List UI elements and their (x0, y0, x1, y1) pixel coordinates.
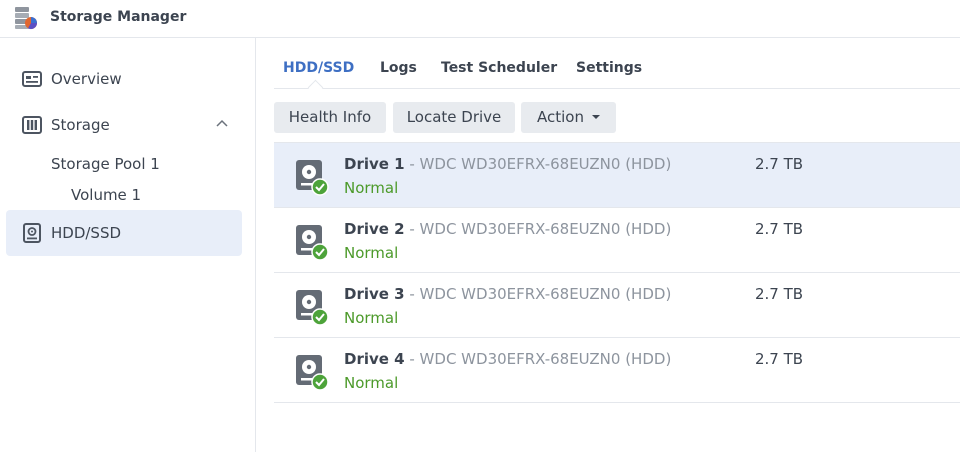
hdd-healthy-icon (296, 160, 329, 196)
tab-hdd-ssd[interactable]: HDD/SSD (283, 60, 354, 76)
sidebar-item-overview[interactable]: Overview (6, 56, 242, 102)
drive-model: - WDC WD30EFRX-68EUZN0 (HDD) (404, 350, 672, 368)
sidebar-item-hdd-ssd[interactable]: HDD/SSD (6, 210, 242, 256)
drive-model: - WDC WD30EFRX-68EUZN0 (HDD) (404, 155, 672, 173)
drive-model: - WDC WD30EFRX-68EUZN0 (HDD) (404, 285, 672, 303)
chevron-up-icon[interactable] (216, 119, 228, 127)
sidebar-item-storage[interactable]: Storage (6, 102, 242, 148)
drive-label: Drive 3 (344, 285, 405, 303)
drive-label: Drive 4 (344, 350, 405, 368)
drive-list: Drive 1 - WDC WD30EFRX-68EUZN0 (HDD) Nor… (274, 142, 960, 403)
sidebar-item-label: Overview (51, 70, 122, 88)
tab-settings[interactable]: Settings (576, 60, 642, 76)
active-tab-indicator (307, 79, 324, 96)
drive-label: Drive 1 (344, 155, 405, 173)
drive-label: Drive 2 (344, 220, 405, 238)
drive-size: 2.7 TB (755, 220, 804, 238)
drive-size: 2.7 TB (755, 285, 804, 303)
drive-status: Normal (344, 309, 399, 327)
sidebar: Overview Storage Storage Pool 1 Volume 1… (0, 38, 256, 452)
overview-icon (22, 71, 42, 87)
drive-status: Normal (344, 374, 399, 392)
storage-manager-icon (15, 7, 37, 30)
drive-name: Drive 4 - WDC WD30EFRX-68EUZN0 (HDD) (344, 350, 671, 368)
hdd-healthy-icon (296, 355, 329, 391)
action-button[interactable]: Action (521, 102, 616, 133)
drive-model: - WDC WD30EFRX-68EUZN0 (HDD) (404, 220, 672, 238)
sidebar-item-label: HDD/SSD (51, 224, 122, 242)
tab-bar: HDD/SSD Logs Test Scheduler Settings (274, 38, 960, 96)
health-info-button[interactable]: Health Info (274, 102, 386, 133)
sidebar-item-label: Storage (51, 116, 110, 134)
locate-drive-button[interactable]: Locate Drive (393, 102, 515, 133)
drive-row[interactable]: Drive 3 - WDC WD30EFRX-68EUZN0 (HDD) Nor… (274, 273, 960, 338)
drive-name: Drive 1 - WDC WD30EFRX-68EUZN0 (HDD) (344, 155, 671, 173)
caret-down-icon (591, 114, 600, 119)
drive-size: 2.7 TB (755, 155, 804, 173)
drive-status: Normal (344, 179, 399, 197)
tab-logs[interactable]: Logs (380, 60, 417, 76)
drive-name: Drive 3 - WDC WD30EFRX-68EUZN0 (HDD) (344, 285, 671, 303)
title-bar: Storage Manager (0, 0, 960, 38)
hdd-icon (23, 223, 41, 243)
storage-icon (22, 116, 42, 134)
sidebar-item-volume-1[interactable]: Volume 1 (71, 186, 141, 204)
action-button-label: Action (537, 108, 584, 126)
drive-size: 2.7 TB (755, 350, 804, 368)
tab-test-scheduler[interactable]: Test Scheduler (441, 60, 557, 76)
drive-row[interactable]: Drive 2 - WDC WD30EFRX-68EUZN0 (HDD) Nor… (274, 208, 960, 273)
app-title: Storage Manager (50, 9, 187, 25)
drive-row[interactable]: Drive 4 - WDC WD30EFRX-68EUZN0 (HDD) Nor… (274, 338, 960, 403)
hdd-healthy-icon (296, 290, 329, 326)
drive-name: Drive 2 - WDC WD30EFRX-68EUZN0 (HDD) (344, 220, 671, 238)
drive-row[interactable]: Drive 1 - WDC WD30EFRX-68EUZN0 (HDD) Nor… (274, 142, 960, 208)
hdd-healthy-icon (296, 225, 329, 261)
drive-status: Normal (344, 244, 399, 262)
sidebar-item-storage-pool-1[interactable]: Storage Pool 1 (51, 155, 160, 173)
